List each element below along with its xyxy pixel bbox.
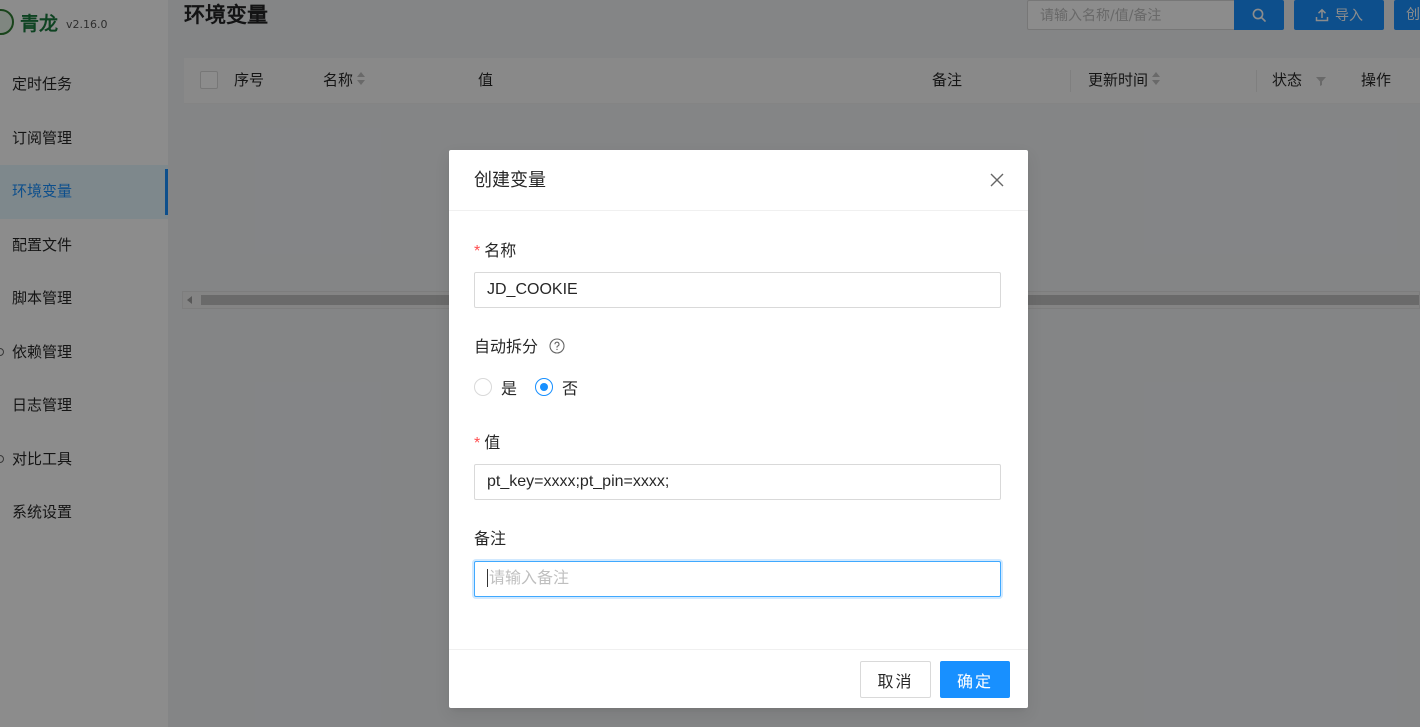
value-label: * 值 bbox=[474, 432, 500, 455]
radio-yes-label: 是 bbox=[501, 379, 518, 398]
name-label-text: 名称 bbox=[484, 241, 517, 260]
radio-no[interactable]: 否 bbox=[535, 375, 578, 399]
radio-no-circle[interactable] bbox=[535, 378, 554, 396]
required-asterisk: * bbox=[474, 243, 481, 260]
auto-split-label-text: 自动拆分 bbox=[474, 337, 539, 356]
name-label: * 名称 bbox=[474, 240, 516, 263]
create-variable-modal: 创建变量 * 名称 JD_COOKIE 自动拆分 是 否 * 值 pt_key=xx… bbox=[449, 150, 1028, 708]
modal-footer: 取消 确定 bbox=[449, 649, 1028, 708]
auto-split-radio-group: 是 否 bbox=[474, 375, 596, 399]
value-label-text: 值 bbox=[484, 433, 501, 452]
confirm-button[interactable]: 确定 bbox=[940, 661, 1010, 698]
remark-label-text: 备注 bbox=[474, 529, 507, 548]
auto-split-label: 自动拆分 bbox=[474, 336, 565, 358]
cancel-button[interactable]: 取消 bbox=[860, 661, 931, 698]
question-circle-icon[interactable] bbox=[549, 337, 565, 354]
required-asterisk: * bbox=[474, 435, 481, 452]
remark-input[interactable]: 请输入备注 bbox=[474, 561, 1001, 597]
text-caret bbox=[487, 568, 488, 587]
remark-placeholder: 请输入备注 bbox=[489, 570, 570, 587]
modal-title: 创建变量 bbox=[474, 170, 546, 191]
radio-yes[interactable]: 是 bbox=[474, 375, 517, 399]
radio-yes-circle[interactable] bbox=[474, 378, 492, 396]
close-icon bbox=[990, 173, 1004, 187]
remark-label: 备注 bbox=[474, 528, 506, 550]
modal-header: 创建变量 bbox=[449, 150, 1028, 211]
modal-close-button[interactable] bbox=[983, 166, 1011, 194]
radio-no-label: 否 bbox=[562, 379, 579, 398]
name-input[interactable]: JD_COOKIE bbox=[474, 272, 1001, 308]
value-input[interactable]: pt_key=xxxx;pt_pin=xxxx; bbox=[474, 464, 1001, 500]
